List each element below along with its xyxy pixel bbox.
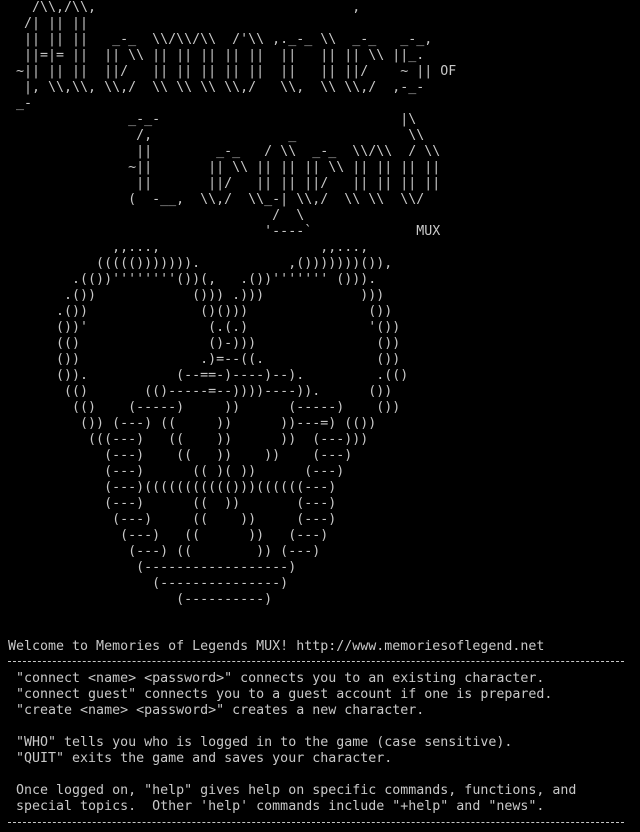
banner-art-line: |, \\,\\, \\,/ \\ \\ \\ \\,/ \\, \\ \\,/…	[8, 80, 425, 95]
banner-art-line: || || || _-_ \\/\\/\\ /'\\ ,._-_ \\ _-_ …	[8, 32, 433, 47]
banner-art-line: || ||/ || || ||/ || || || ||	[8, 176, 441, 191]
banner-art-line: .()) ()())) ())	[8, 304, 393, 319]
banner-art-line: /| || ||	[8, 16, 337, 31]
banner-art-line: (---) (( )) (---)	[8, 528, 329, 543]
terminal-screen[interactable]: /\\,/\\, , /| || || || || || _-_ \\/\\/\…	[0, 0, 640, 832]
instruction-line: "connect guest" connects you to a guest …	[8, 687, 553, 702]
instruction-line: special topics. Other 'help' commands in…	[8, 799, 545, 814]
banner-art-line: _-_- |\	[8, 112, 417, 127]
banner-art-line: (() (-----) )) (-----) ())	[8, 400, 401, 415]
banner-art-line: (() (()-----=--))))----)). ())	[8, 384, 393, 399]
banner-art-line: (---) (( )) )) (---)	[8, 448, 353, 463]
banner-art-line: /\\,/\\, ,	[8, 0, 361, 15]
banner-art-line: || _-_ / \\ _-_ \\/\\ / \\	[8, 144, 441, 159]
banner-art-line: (---) (( )) (---)	[8, 496, 337, 511]
banner-art-line: (() ()-))) ())	[8, 336, 401, 351]
banner-art-line: (---) (( )) (---)	[8, 512, 337, 527]
banner-art-line: _-	[8, 96, 33, 111]
banner-art-line: .()) ())) .))) )))	[8, 288, 385, 303]
banner-art-line: ~|| || \\ || || || \\ || || || ||	[8, 160, 441, 175]
divider-bottom	[8, 822, 624, 823]
welcome-message: Welcome to Memories of Legends MUX! http…	[8, 639, 545, 654]
instruction-line	[8, 719, 576, 735]
instruction-line: Once logged on, "help" gives help on spe…	[8, 783, 577, 798]
divider-top	[8, 661, 624, 662]
banner-art-line: / \	[8, 208, 305, 223]
banner-art-line: (((---) (( )) )) (---)))	[8, 432, 369, 447]
banner-art-line: ()). (--==-)----)--). .(()	[8, 368, 409, 383]
instruction-line: "create <name> <password>" creates a new…	[8, 703, 425, 718]
ascii-banner-art: /\\,/\\, , /| || || || || || _-_ \\/\\/\…	[8, 0, 456, 608]
banner-art-line: .(())''''''''())(, .())''''''' ())).	[8, 272, 377, 287]
banner-art-line: (---)((((((((((()))((((((---)	[8, 480, 337, 495]
banner-art-line: (---) (( )) (---)	[8, 544, 321, 559]
instruction-line: "QUIT" exits the game and saves your cha…	[8, 751, 393, 766]
instruction-line: "WHO" tells you who is logged in to the …	[8, 735, 513, 750]
instruction-line	[8, 767, 576, 783]
banner-art-line: ( -__, \\,/ \\_-| \\,/ \\ \\ \\/	[8, 192, 425, 207]
banner-art-line: ()) .)=--((. ())	[8, 352, 401, 367]
banner-art-line: ())' (.(.) '())	[8, 320, 401, 335]
banner-art-line: ||=|= || || \\ || || || || || || || || \…	[8, 48, 425, 63]
banner-art-line: '----` MUX	[8, 224, 441, 239]
banner-art-line: /, _ \\	[8, 128, 425, 143]
banner-art-line: ,,..., ,,...,	[8, 240, 369, 255]
banner-art-line: (----------)	[8, 592, 273, 607]
instruction-line: "connect <name> <password>" connects you…	[8, 671, 545, 686]
banner-art-line: (---) (( )( )) (---)	[8, 464, 345, 479]
login-instructions: "connect <name> <password>" connects you…	[8, 671, 576, 815]
banner-art-line: (------------------)	[8, 560, 297, 575]
banner-art-line: ()) (---) (( )) ))---=) (())	[8, 416, 377, 431]
banner-art-line: ~|| || || ||/ || || || || || || || ||/ ~…	[8, 64, 457, 79]
banner-art-line: ((((())))))). ,()))))))()),	[8, 256, 393, 271]
banner-art-line: (---------------)	[8, 576, 289, 591]
